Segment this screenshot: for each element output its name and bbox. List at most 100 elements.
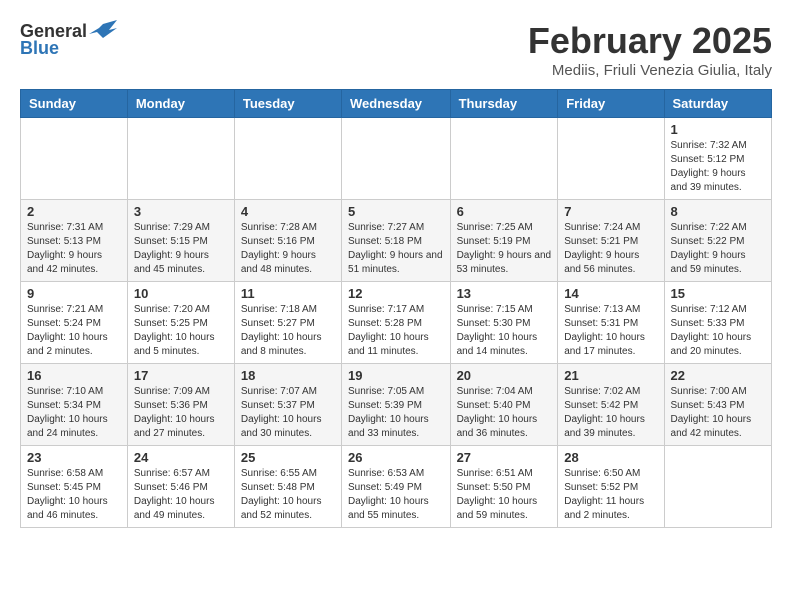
- day-number: 22: [671, 368, 765, 383]
- col-friday: Friday: [558, 90, 664, 118]
- day-number: 25: [241, 450, 335, 465]
- day-number: 2: [27, 204, 121, 219]
- day-number: 7: [564, 204, 657, 219]
- day-info: Sunrise: 6:51 AM Sunset: 5:50 PM Dayligh…: [457, 467, 552, 523]
- calendar-table: Sunday Monday Tuesday Wednesday Thursday…: [20, 89, 772, 528]
- day-number: 8: [671, 204, 765, 219]
- day-number: 17: [134, 368, 228, 383]
- day-info: Sunrise: 6:50 AM Sunset: 5:52 PM Dayligh…: [564, 467, 657, 523]
- day-info: Sunrise: 6:53 AM Sunset: 5:49 PM Dayligh…: [348, 467, 444, 523]
- table-row: 22 Sunrise: 7:00 AM Sunset: 5:43 PM Dayli…: [664, 364, 771, 446]
- day-info: Sunrise: 7:20 AM Sunset: 5:25 PM Dayligh…: [134, 303, 228, 359]
- month-title: February 2025: [528, 20, 772, 62]
- col-wednesday: Wednesday: [342, 90, 451, 118]
- logo: General Blue: [20, 20, 117, 59]
- day-number: 14: [564, 286, 657, 301]
- table-row: 24 Sunrise: 6:57 AM Sunset: 5:46 PM Dayli…: [127, 446, 234, 528]
- table-row: 15 Sunrise: 7:12 AM Sunset: 5:33 PM Dayli…: [664, 282, 771, 364]
- table-row: 5 Sunrise: 7:27 AM Sunset: 5:18 PM Daylig…: [342, 200, 451, 282]
- table-row: 27 Sunrise: 6:51 AM Sunset: 5:50 PM Dayli…: [450, 446, 558, 528]
- calendar-week-row: 9 Sunrise: 7:21 AM Sunset: 5:24 PM Daylig…: [21, 282, 772, 364]
- day-number: 1: [671, 122, 765, 137]
- table-row: 9 Sunrise: 7:21 AM Sunset: 5:24 PM Daylig…: [21, 282, 128, 364]
- day-number: 28: [564, 450, 657, 465]
- day-number: 15: [671, 286, 765, 301]
- day-info: Sunrise: 7:27 AM Sunset: 5:18 PM Dayligh…: [348, 221, 444, 277]
- day-info: Sunrise: 7:24 AM Sunset: 5:21 PM Dayligh…: [564, 221, 657, 277]
- location-text: Mediis, Friuli Venezia Giulia, Italy: [528, 62, 772, 79]
- day-number: 13: [457, 286, 552, 301]
- calendar-week-row: 1 Sunrise: 7:32 AM Sunset: 5:12 PM Daylig…: [21, 118, 772, 200]
- day-number: 18: [241, 368, 335, 383]
- day-number: 27: [457, 450, 552, 465]
- table-row: [21, 118, 128, 200]
- day-number: 6: [457, 204, 552, 219]
- day-info: Sunrise: 7:05 AM Sunset: 5:39 PM Dayligh…: [348, 385, 444, 441]
- calendar-header-row: Sunday Monday Tuesday Wednesday Thursday…: [21, 90, 772, 118]
- table-row: 19 Sunrise: 7:05 AM Sunset: 5:39 PM Dayli…: [342, 364, 451, 446]
- table-row: 23Sunrise: 6:58 AM Sunset: 5:45 PM Dayli…: [21, 446, 128, 528]
- logo-blue-text: Blue: [20, 38, 59, 59]
- day-info: Sunrise: 7:04 AM Sunset: 5:40 PM Dayligh…: [457, 385, 552, 441]
- table-row: 17 Sunrise: 7:09 AM Sunset: 5:36 PM Dayli…: [127, 364, 234, 446]
- table-row: 10 Sunrise: 7:20 AM Sunset: 5:25 PM Dayli…: [127, 282, 234, 364]
- day-number: 21: [564, 368, 657, 383]
- day-info: Sunrise: 7:07 AM Sunset: 5:37 PM Dayligh…: [241, 385, 335, 441]
- calendar-week-row: 23Sunrise: 6:58 AM Sunset: 5:45 PM Dayli…: [21, 446, 772, 528]
- day-info: Sunrise: 7:00 AM Sunset: 5:43 PM Dayligh…: [671, 385, 765, 441]
- table-row: 6 Sunrise: 7:25 AM Sunset: 5:19 PM Daylig…: [450, 200, 558, 282]
- calendar-week-row: 2 Sunrise: 7:31 AM Sunset: 5:13 PM Daylig…: [21, 200, 772, 282]
- table-row: 3Sunrise: 7:29 AM Sunset: 5:15 PM Daylig…: [127, 200, 234, 282]
- page-header: General Blue February 2025 Mediis, Friul…: [20, 20, 772, 79]
- title-section: February 2025 Mediis, Friuli Venezia Giu…: [528, 20, 772, 79]
- day-number: 24: [134, 450, 228, 465]
- day-info: Sunrise: 7:21 AM Sunset: 5:24 PM Dayligh…: [27, 303, 121, 359]
- table-row: 11 Sunrise: 7:18 AM Sunset: 5:27 PM Dayli…: [234, 282, 341, 364]
- day-number: 12: [348, 286, 444, 301]
- table-row: 8 Sunrise: 7:22 AM Sunset: 5:22 PM Daylig…: [664, 200, 771, 282]
- day-number: 16: [27, 368, 121, 383]
- col-monday: Monday: [127, 90, 234, 118]
- table-row: 14 Sunrise: 7:13 AM Sunset: 5:31 PM Dayli…: [558, 282, 664, 364]
- calendar-week-row: 16 Sunrise: 7:10 AM Sunset: 5:34 PM Dayli…: [21, 364, 772, 446]
- table-row: [234, 118, 341, 200]
- day-info: Sunrise: 7:28 AM Sunset: 5:16 PM Dayligh…: [241, 221, 335, 277]
- table-row: [127, 118, 234, 200]
- table-row: [558, 118, 664, 200]
- table-row: [664, 446, 771, 528]
- table-row: 4 Sunrise: 7:28 AM Sunset: 5:16 PM Daylig…: [234, 200, 341, 282]
- table-row: [450, 118, 558, 200]
- day-info: Sunrise: 7:13 AM Sunset: 5:31 PM Dayligh…: [564, 303, 657, 359]
- day-info: Sunrise: 6:57 AM Sunset: 5:46 PM Dayligh…: [134, 467, 228, 523]
- day-info: Sunrise: 7:32 AM Sunset: 5:12 PM Dayligh…: [671, 139, 765, 195]
- day-info: Sunrise: 7:31 AM Sunset: 5:13 PM Dayligh…: [27, 221, 121, 277]
- day-info: Sunrise: 7:10 AM Sunset: 5:34 PM Dayligh…: [27, 385, 121, 441]
- day-info: Sunrise: 7:18 AM Sunset: 5:27 PM Dayligh…: [241, 303, 335, 359]
- day-number: 11: [241, 286, 335, 301]
- day-info: Sunrise: 7:22 AM Sunset: 5:22 PM Dayligh…: [671, 221, 765, 277]
- day-info: Sunrise: 6:55 AM Sunset: 5:48 PM Dayligh…: [241, 467, 335, 523]
- col-tuesday: Tuesday: [234, 90, 341, 118]
- day-number: 19: [348, 368, 444, 383]
- day-info: Sunrise: 7:09 AM Sunset: 5:36 PM Dayligh…: [134, 385, 228, 441]
- table-row: 7 Sunrise: 7:24 AM Sunset: 5:21 PM Daylig…: [558, 200, 664, 282]
- day-number: 20: [457, 368, 552, 383]
- table-row: 28 Sunrise: 6:50 AM Sunset: 5:52 PM Dayli…: [558, 446, 664, 528]
- table-row: 18 Sunrise: 7:07 AM Sunset: 5:37 PM Dayli…: [234, 364, 341, 446]
- table-row: 13Sunrise: 7:15 AM Sunset: 5:30 PM Dayli…: [450, 282, 558, 364]
- day-number: 5: [348, 204, 444, 219]
- table-row: [342, 118, 451, 200]
- table-row: 16 Sunrise: 7:10 AM Sunset: 5:34 PM Dayli…: [21, 364, 128, 446]
- day-number: 3: [134, 204, 228, 219]
- logo-bird-icon: [89, 20, 117, 42]
- table-row: 12 Sunrise: 7:17 AM Sunset: 5:28 PM Dayli…: [342, 282, 451, 364]
- day-number: 9: [27, 286, 121, 301]
- table-row: 20 Sunrise: 7:04 AM Sunset: 5:40 PM Dayli…: [450, 364, 558, 446]
- day-number: 4: [241, 204, 335, 219]
- day-info: Sunrise: 7:02 AM Sunset: 5:42 PM Dayligh…: [564, 385, 657, 441]
- day-info: Sunrise: 7:25 AM Sunset: 5:19 PM Dayligh…: [457, 221, 552, 277]
- day-info: Sunrise: 7:12 AM Sunset: 5:33 PM Dayligh…: [671, 303, 765, 359]
- day-info: Sunrise: 6:58 AM Sunset: 5:45 PM Dayligh…: [27, 467, 121, 523]
- day-info: Sunrise: 7:17 AM Sunset: 5:28 PM Dayligh…: [348, 303, 444, 359]
- day-number: 10: [134, 286, 228, 301]
